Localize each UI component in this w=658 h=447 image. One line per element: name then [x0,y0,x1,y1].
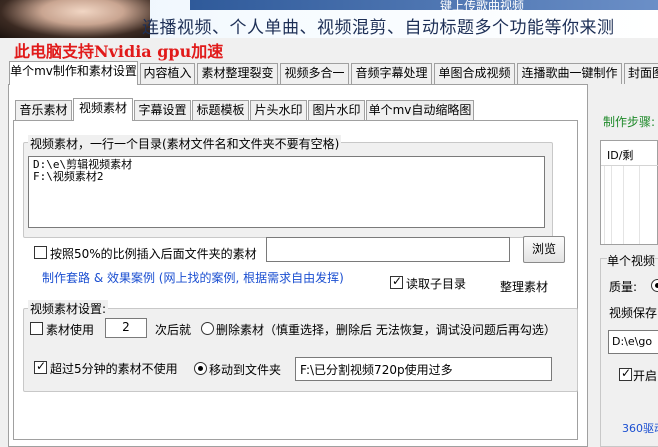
after-label: 次后就 [155,323,192,337]
subtab-video[interactable]: 视频素材 [73,98,133,121]
video-directories-textarea[interactable]: D:\e\剪辑视频素材 F:\视频素材2 [28,156,545,228]
list-column-divider [623,166,624,244]
browse-button[interactable]: 浏览 [523,236,565,263]
subtab-auto-thumbnail[interactable]: 单个mv自动缩略图 [366,100,474,120]
open-option-label: 开启( [633,369,658,383]
skip-long-label: 超过5分钟的素材不使用 [50,362,178,376]
banner-photo [0,0,150,38]
banner-tagline: 连播视频、个人单曲、视频混剪、自动标题多个功能等你来测 [142,18,615,38]
subtab-intro-watermark[interactable]: 片头水印 [250,100,307,120]
move-to-folder-radio[interactable] [194,362,207,375]
banner-top-strip-text: 键上传歌曲视频 [440,0,525,13]
steps-list-header: ID/剩 [607,149,634,162]
subtab-image-watermark[interactable]: 图片水印 [308,100,365,120]
ratio-folder-input[interactable] [266,237,510,262]
gpu-support-title: 此电脑支持Nvidia gpu加速 [14,42,224,61]
subtab-title-template[interactable]: 标题模板 [192,100,249,120]
delete-material-radio[interactable] [201,322,214,335]
use-count-label: 素材使用 [46,323,95,337]
list-header-divider [601,165,658,166]
use-count-checkbox[interactable] [30,322,43,335]
case-examples-link[interactable]: 制作套路 & 效果案例 (网上找的案例, 根据需求自由发挥) [42,269,344,286]
move-to-folder-label: 移动到文件夹 [209,363,282,377]
tab-single-image-video[interactable]: 单图合成视频 [434,63,515,84]
move-folder-input[interactable]: F:\已分割视频720p使用过多 [295,357,552,381]
subtab-subtitle[interactable]: 字幕设置 [134,100,191,120]
tab-cover[interactable]: 封面图 [624,63,658,84]
open-option-checkbox[interactable] [619,366,632,381]
tab-video-merge[interactable]: 视频多合一 [280,63,349,84]
quality-label: 质量: [609,280,638,294]
steps-label: 制作步骤: [603,115,656,129]
read-subdir-checkbox[interactable] [390,274,403,289]
delete-material-label: 删除素材（慎重选择，删除后 无法恢复，调试没问题后再勾选） [216,323,556,337]
list-column-divider [639,166,640,244]
banner-top-strip: 键上传歌曲视频 [190,0,658,13]
single-video-group-label: 单个视频 [607,252,656,269]
list-column-divider [604,166,605,244]
tab-content-insert[interactable]: 内容植入 [140,63,195,84]
quality-radio[interactable] [651,279,658,292]
video-settings-group-label: 视频素材设置: [28,300,109,317]
read-subdir-label: 读取子目录 [406,277,467,291]
save-path-input[interactable]: D:\e\go [608,330,658,354]
video-material-group-label: 视频素材，一行一个目录(素材文件名和文件夹不要有空格) [28,135,342,152]
tab-material-fission[interactable]: 素材整理裂变 [197,63,278,84]
organize-material-button[interactable]: 整理素材 [500,278,548,295]
tab-audio-subtitle[interactable]: 音频字幕处理 [351,63,432,84]
use-count-input[interactable]: 2 [105,318,147,338]
video-save-label: 视频保存 [609,306,658,320]
subtab-music[interactable]: 音乐素材 [15,100,72,120]
driver-link[interactable]: 360驱动 [622,420,658,436]
tab-playlist-oneclick[interactable]: 连播歌曲一键制作 [517,63,622,84]
tab-single-mv[interactable]: 单个mv制作和素材设置 [9,61,138,85]
promo-banner: 键上传歌曲视频 连播视频、个人单曲、视频混剪、自动标题多个功能等你来测 [0,0,658,38]
list-column-divider [611,166,612,244]
ratio-insert-label: 按照50%的比例插入后面文件夹的素材 [50,247,257,261]
skip-long-checkbox[interactable] [34,359,47,374]
ratio-insert-checkbox[interactable] [34,246,47,259]
